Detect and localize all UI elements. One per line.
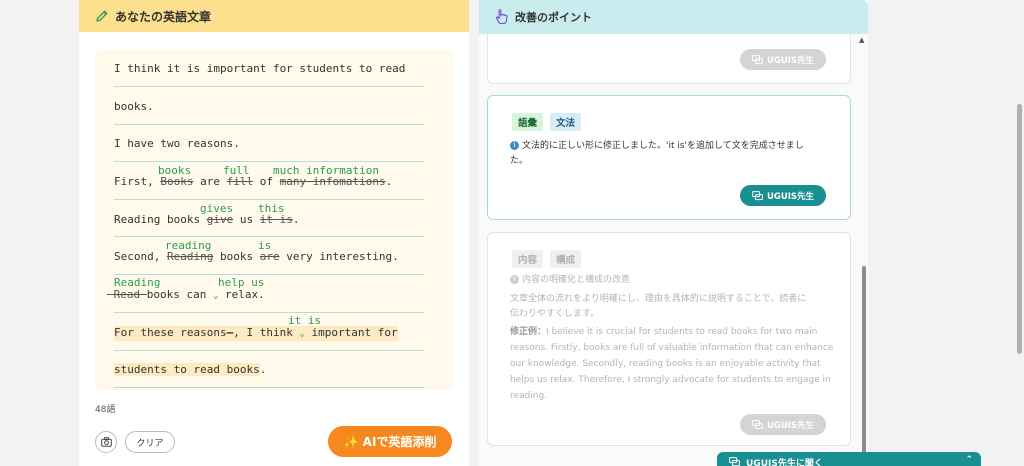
- card-3-example: 修正例：I believe it is crucial for students…: [510, 324, 840, 404]
- essay-line-8: For these reasons—, I think ⌄ important …: [114, 326, 398, 341]
- essay-line-2: books.: [114, 100, 154, 113]
- ruled-line: [114, 350, 424, 351]
- chat-icon: [729, 457, 740, 466]
- text-segment: very interesting.: [279, 250, 399, 263]
- struck-word: Books: [160, 175, 194, 188]
- example-label: 修正例：: [510, 327, 547, 337]
- text-segment: important for: [304, 326, 398, 339]
- clear-button[interactable]: クリア: [125, 431, 175, 453]
- description-text: 伝わりやすくします。: [510, 309, 600, 319]
- ruled-line: [114, 387, 424, 388]
- ask-uguis-label: UGUIS先生に聞く: [746, 458, 823, 466]
- text-segment: First,: [114, 175, 161, 188]
- improvement-card-3: 内容 構成 i 内容の明確化と構成の改善 文章全体の流れをより明確にし、理由を具体…: [487, 232, 851, 446]
- essay-panel: あなたの英語文章 I think it is important for stu…: [79, 0, 469, 466]
- improvement-header: 改善のポイント: [479, 0, 868, 34]
- text-segment: are: [193, 175, 227, 188]
- ai-correct-button[interactable]: ✨ AIで英語添削: [328, 426, 452, 457]
- text-segment: books: [213, 250, 260, 263]
- essay-line-3: I have two reasons.: [114, 137, 240, 150]
- chat-icon: [752, 190, 763, 200]
- example-text: reading.: [510, 391, 548, 401]
- ask-uguis-bar[interactable]: UGUIS先生に聞く ⌃: [717, 452, 981, 466]
- chat-icon: [752, 419, 763, 429]
- example-text: reasons. Firstly, books are full of valu…: [510, 343, 834, 353]
- example-text: our knowledge. Secondly, reading books i…: [510, 359, 821, 369]
- text-segment: books can: [146, 288, 213, 301]
- essay-line-6: Second, Reading books are very interesti…: [114, 250, 399, 264]
- card-3-description: 文章全体の流れをより明確にし、理由を具体的に説明することで、読者に 伝わりやすくし…: [510, 292, 830, 322]
- example-text: helps us relax. Therefore, I strongly ad…: [510, 375, 831, 385]
- uguis-button-label: UGUIS先生: [766, 191, 815, 202]
- essay-line-4: First, Books are fill of many infomation…: [114, 175, 392, 189]
- text-segment: , I think: [233, 326, 300, 339]
- ruled-line: [114, 124, 424, 125]
- ruled-line: [114, 86, 424, 87]
- ruled-line: [114, 199, 424, 200]
- essay-title: あなたの英語文章: [115, 9, 212, 24]
- improvement-card-1: UGUIS先生: [487, 34, 851, 84]
- description-text: 文章全体の流れをより明確にし、理由を具体的に説明することで、読者に: [510, 294, 807, 304]
- text-segment: .: [292, 213, 300, 226]
- explanation-text: 文法的に正しい形に修正しました。'it is'を追加して文を完成させまし: [522, 141, 804, 151]
- ruled-line: [114, 312, 424, 313]
- uguis-button[interactable]: UGUIS先生: [740, 185, 826, 206]
- word-count: 48語: [95, 405, 116, 415]
- text-segment: of: [253, 175, 280, 188]
- scroll-up-arrow-icon[interactable]: ▲: [859, 36, 864, 44]
- tag-content: 内容: [512, 250, 544, 268]
- struck-word: fill: [226, 175, 254, 188]
- essay-line-9: students to read books.: [114, 363, 266, 377]
- text-segment: .: [259, 363, 267, 376]
- struck-word: it is: [259, 213, 293, 226]
- uguis-button-label: UGUIS先生: [766, 55, 815, 66]
- camera-button[interactable]: [95, 431, 117, 453]
- uguis-button[interactable]: UGUIS先生: [740, 49, 826, 70]
- uguis-button-label: UGUIS先生: [766, 420, 815, 431]
- text-segment: Second,: [114, 250, 167, 263]
- info-icon: i: [510, 141, 519, 150]
- pointing-hand-icon: [495, 9, 508, 25]
- text-segment: relax.: [218, 288, 265, 301]
- struck-word: give: [206, 213, 234, 226]
- text-segment: us: [233, 213, 260, 226]
- tag-vocabulary: 語彙: [512, 113, 544, 131]
- example-text: I believe it is crucial for students to …: [546, 327, 818, 337]
- text-segment: For these reasons: [114, 326, 227, 339]
- tag-structure: 構成: [550, 250, 582, 268]
- ruled-line: [114, 274, 424, 275]
- camera-icon: [100, 437, 112, 447]
- essay-line-7: Read books can ⌄ relax.: [107, 288, 265, 303]
- page-scrollbar[interactable]: [1017, 104, 1022, 354]
- improvement-title: 改善のポイント: [515, 11, 592, 24]
- essay-editor[interactable]: I think it is important for students to …: [95, 50, 453, 390]
- struck-word: are: [259, 250, 280, 263]
- explanation-text: た。: [510, 156, 529, 166]
- text-segment: .: [385, 175, 393, 188]
- essay-line-1: I think it is important for students to …: [114, 62, 406, 75]
- tag-grammar: 文法: [550, 113, 582, 131]
- highlighted-text: students to read books: [114, 363, 260, 376]
- struck-word: Reading: [166, 250, 214, 263]
- ruled-line: [114, 236, 424, 237]
- card-3-heading: i 内容の明確化と構成の改善: [510, 273, 830, 288]
- card-2-explanation: i 文法的に正しい形に修正しました。'it is'を追加して文を完成させました。: [510, 139, 830, 169]
- chat-icon: [752, 54, 763, 64]
- improvement-card-2: 語彙 文法 i 文法的に正しい形に修正しました。'it is'を追加して文を完成さ…: [487, 95, 851, 220]
- improvement-panel: 改善のポイント UGUIS先生 語彙 文法 i 文法的に正しい形に修正しました。'…: [479, 0, 868, 466]
- essay-line-5: Reading books give us it is.: [114, 213, 299, 227]
- struck-word: Read: [107, 288, 147, 301]
- chevron-up-icon[interactable]: ⌃: [965, 455, 973, 465]
- pencil-icon: [96, 10, 108, 22]
- ruled-line: [114, 161, 424, 162]
- info-icon: i: [510, 275, 519, 284]
- card-3-heading-text: 内容の明確化と構成の改善: [522, 275, 631, 285]
- uguis-button[interactable]: UGUIS先生: [740, 414, 826, 435]
- struck-word: many infomations: [279, 175, 386, 188]
- panel-scrollbar[interactable]: [862, 266, 866, 456]
- text-segment: Reading books: [114, 213, 207, 226]
- essay-header: あなたの英語文章: [79, 0, 469, 32]
